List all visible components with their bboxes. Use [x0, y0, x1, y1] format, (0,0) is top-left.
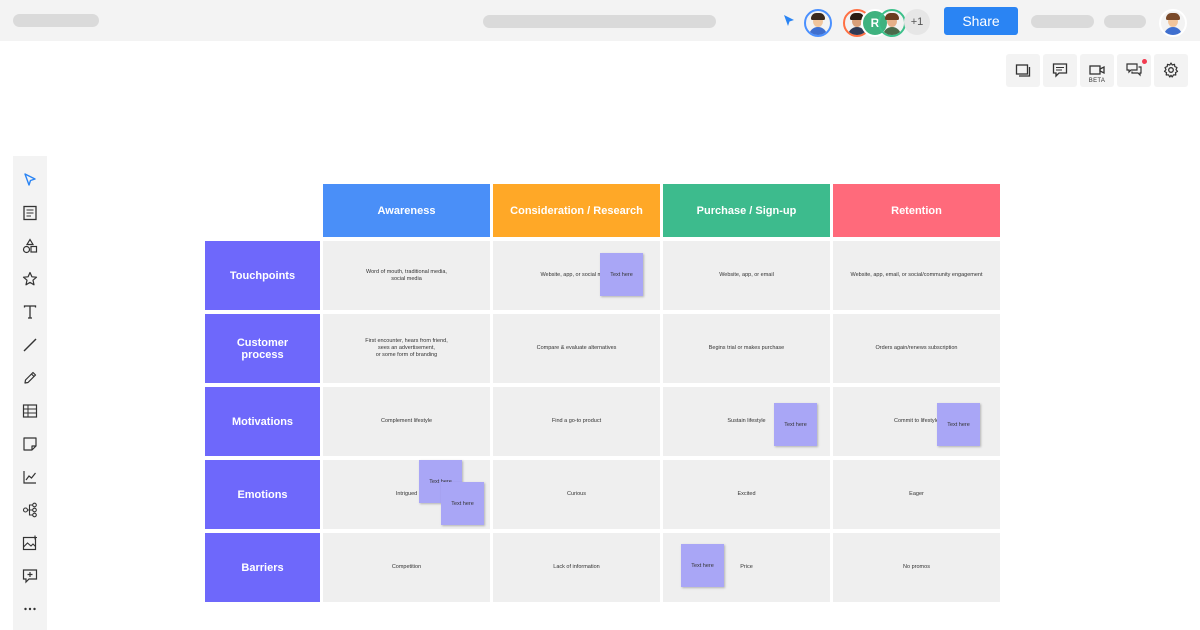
pen-icon	[24, 371, 37, 384]
image-icon	[22, 535, 37, 551]
current-user-avatar[interactable]	[804, 9, 832, 37]
select-icon	[24, 173, 36, 186]
mindmap-icon	[22, 502, 37, 518]
comments-button[interactable]	[1043, 54, 1077, 87]
cell-text: First encounter, hears from friend, sees…	[365, 338, 448, 358]
collaborator-avatar[interactable]	[878, 9, 906, 37]
board-cell[interactable]: Excited	[663, 460, 830, 529]
select-tool[interactable]	[13, 165, 47, 195]
cell-text: Website, app, or email	[719, 272, 774, 278]
video-icon	[1089, 65, 1105, 75]
shapes-icon	[22, 238, 38, 254]
row-header[interactable]: Barriers	[205, 533, 320, 602]
sticky-note[interactable]: Text here	[774, 403, 817, 446]
sticky-note[interactable]: Text here	[937, 403, 980, 446]
frames-button[interactable]	[1006, 54, 1040, 87]
row-header[interactable]: Touchpoints	[205, 241, 320, 310]
mindmap-tool[interactable]	[13, 495, 47, 525]
chat-button[interactable]	[1117, 54, 1151, 87]
cell-text: Website, app, email, or social/community…	[850, 272, 983, 278]
image-tool[interactable]	[13, 528, 47, 558]
left-toolbar	[13, 156, 47, 630]
top-bar: R +1 Share	[0, 0, 1200, 41]
cell-text: Eager	[909, 491, 924, 497]
account-avatar[interactable]	[1159, 9, 1187, 37]
cell-text: Word of mouth, traditional media, social…	[366, 268, 447, 282]
board-cell[interactable]: Compare & evaluate alternatives	[493, 314, 660, 383]
sticky-note-tool[interactable]	[13, 429, 47, 459]
sticky-note-icon	[23, 437, 37, 451]
row-header[interactable]: Customer process	[205, 314, 320, 383]
board-cell[interactable]: Word of mouth, traditional media, social…	[323, 241, 490, 310]
text-icon	[23, 305, 37, 319]
board-cell[interactable]: Lack of information	[493, 533, 660, 602]
cursor-follow-icon[interactable]	[781, 13, 797, 29]
board-cell[interactable]: Website, app, email, or social/community…	[833, 241, 1000, 310]
sticky-note[interactable]: Text here	[441, 482, 484, 525]
cell-text: Begins trial or makes purchase	[708, 345, 785, 351]
board-cell[interactable]: Website, app, or email	[663, 241, 830, 310]
table-icon	[22, 404, 38, 418]
cell-text: Complement lifestyle	[380, 418, 433, 424]
column-header[interactable]: Retention	[833, 184, 1000, 237]
board-name-placeholder[interactable]	[483, 15, 716, 28]
video-button[interactable]: BETA	[1080, 54, 1114, 87]
board-cell[interactable]: Eager	[833, 460, 1000, 529]
pen-tool[interactable]	[13, 363, 47, 393]
chart-tool[interactable]	[13, 462, 47, 492]
row-header[interactable]: Emotions	[205, 460, 320, 529]
frames-icon	[1015, 64, 1031, 77]
page-icon	[23, 205, 37, 221]
cell-text: Orders again/renews subscription	[875, 345, 958, 351]
chart-icon	[23, 471, 36, 484]
cell-text: Curious	[567, 491, 586, 497]
column-header[interactable]: Consideration / Research	[493, 184, 660, 237]
column-header[interactable]: Purchase / Sign-up	[663, 184, 830, 237]
more-collaborators-badge[interactable]: +1	[904, 9, 930, 35]
line-tool[interactable]	[13, 330, 47, 360]
line-icon	[23, 338, 37, 352]
board-cell[interactable]: Curious	[493, 460, 660, 529]
add-frame-icon	[22, 569, 38, 584]
templates-tool[interactable]	[13, 198, 47, 228]
board-cell[interactable]: Orders again/renews subscription	[833, 314, 1000, 383]
row-header[interactable]: Motivations	[205, 387, 320, 456]
add-frame-tool[interactable]	[13, 561, 47, 591]
settings-icon	[1163, 62, 1179, 78]
board-cell[interactable]: No promos	[833, 533, 1000, 602]
board-title-placeholder[interactable]	[13, 14, 99, 27]
board-cell[interactable]: Competition	[323, 533, 490, 602]
column-header[interactable]: Awareness	[323, 184, 490, 237]
cell-text: Compare & evaluate alternatives	[536, 345, 617, 351]
shapes-tool[interactable]	[13, 231, 47, 261]
stickers-tool[interactable]	[13, 264, 47, 294]
cell-text: Find a go-to product	[551, 418, 602, 424]
cell-text: Excited	[737, 491, 756, 497]
cell-text: Lack of information	[553, 564, 600, 570]
sticky-note[interactable]: Text here	[681, 544, 724, 587]
chat-icon	[1126, 63, 1142, 77]
board-cell[interactable]: Find a go-to product	[493, 387, 660, 456]
star-icon	[22, 271, 38, 286]
board-cell[interactable]: Complement lifestyle	[323, 387, 490, 456]
sticky-note[interactable]: Text here	[600, 253, 643, 296]
comment-icon	[1052, 63, 1068, 78]
menu-placeholder[interactable]	[1104, 15, 1146, 28]
beta-badge: BETA	[1088, 78, 1106, 84]
more-icon	[24, 607, 36, 611]
board-cell[interactable]: First encounter, hears from friend, sees…	[323, 314, 490, 383]
board-cell[interactable]: Begins trial or makes purchase	[663, 314, 830, 383]
table-tool[interactable]	[13, 396, 47, 426]
cell-text: Competition	[391, 564, 422, 570]
more-tools[interactable]	[13, 594, 47, 624]
settings-button[interactable]	[1154, 54, 1188, 87]
menu-placeholder[interactable]	[1031, 15, 1094, 28]
text-tool[interactable]	[13, 297, 47, 327]
cell-text: No promos	[903, 564, 930, 570]
notification-dot	[1142, 59, 1147, 64]
share-button[interactable]: Share	[944, 7, 1018, 35]
